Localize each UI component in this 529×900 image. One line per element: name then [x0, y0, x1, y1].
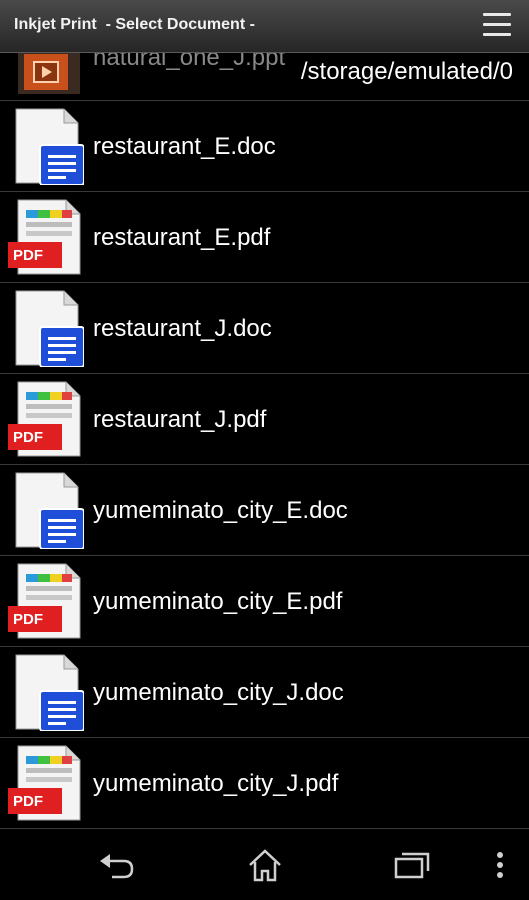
- pdf-badge: PDF: [13, 611, 43, 628]
- file-row[interactable]: restaurant_J.doc: [0, 283, 529, 374]
- file-name: restaurant_E.doc: [93, 133, 276, 160]
- pdf-badge: PDF: [13, 793, 43, 810]
- doc-file-icon: [15, 290, 84, 367]
- overflow-menu-icon[interactable]: [492, 847, 508, 883]
- file-name: yumeminato_city_J.pdf: [93, 770, 339, 797]
- file-name: restaurant_J.doc: [93, 315, 272, 342]
- home-icon[interactable]: [246, 847, 284, 883]
- file-name: restaurant_J.pdf: [93, 406, 267, 433]
- back-icon[interactable]: [98, 847, 138, 883]
- current-path: /storage/emulated/0: [298, 58, 515, 86]
- pdf-file-icon: [8, 745, 81, 821]
- file-list: natural_one_J.ppt restaurant_E.doc PDF r…: [0, 0, 529, 829]
- doc-file-icon: [15, 108, 84, 185]
- file-row[interactable]: PDF restaurant_E.pdf: [0, 192, 529, 283]
- pdf-badge: PDF: [13, 429, 43, 446]
- file-name: yumeminato_city_E.pdf: [93, 588, 343, 615]
- hamburger-menu-icon[interactable]: [483, 13, 511, 37]
- recent-apps-icon[interactable]: [393, 847, 431, 883]
- doc-file-icon: [15, 654, 84, 731]
- app-title: Inkjet Print - Select Document -: [14, 16, 255, 33]
- file-name: restaurant_E.pdf: [93, 224, 271, 251]
- system-nav-bar: [0, 829, 529, 900]
- doc-file-icon: [15, 472, 84, 549]
- file-row[interactable]: yumeminato_city_E.doc: [0, 465, 529, 556]
- pdf-file-icon: [8, 199, 81, 275]
- file-row[interactable]: yumeminato_city_J.doc: [0, 647, 529, 738]
- pdf-file-icon: [8, 563, 81, 639]
- file-row[interactable]: restaurant_E.doc: [0, 101, 529, 192]
- pdf-badge: PDF: [13, 247, 43, 264]
- file-name: yumeminato_city_J.doc: [93, 679, 344, 706]
- pdf-file-icon: [8, 381, 81, 457]
- file-row[interactable]: PDF yumeminato_city_E.pdf: [0, 556, 529, 647]
- file-row[interactable]: PDF restaurant_J.pdf: [0, 374, 529, 465]
- file-row[interactable]: PDF yumeminato_city_J.pdf: [0, 738, 529, 829]
- file-name: yumeminato_city_E.doc: [93, 497, 348, 524]
- title-bar: Inkjet Print - Select Document -: [0, 0, 529, 53]
